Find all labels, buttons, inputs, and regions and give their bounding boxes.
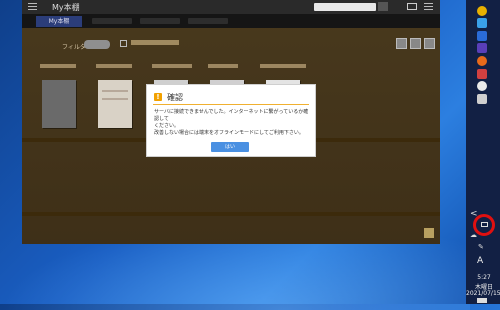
info-button[interactable] — [424, 228, 434, 238]
tab-bar: My本棚 — [22, 14, 440, 28]
ok-button[interactable]: はい — [211, 142, 249, 152]
clock-time[interactable]: 5:27 — [472, 274, 496, 281]
book-caption — [96, 64, 132, 68]
app-title-bar: My本棚 — [22, 0, 440, 14]
confirm-dialog: ! 確認 サーバに接続できませんでした。インターネットに繋がっているか確認して … — [146, 84, 316, 157]
tab-placeholder[interactable] — [140, 18, 180, 24]
view-list-button[interactable] — [410, 38, 421, 49]
view-option-button[interactable] — [424, 38, 435, 49]
filter-checkbox[interactable] — [120, 40, 127, 47]
chrome-icon[interactable] — [477, 6, 487, 16]
pen-icon[interactable]: ✎ — [478, 243, 484, 251]
tab-placeholder[interactable] — [188, 18, 228, 24]
app-title: My本棚 — [52, 3, 80, 12]
app-icon[interactable] — [477, 69, 487, 79]
view-grid-button[interactable] — [396, 38, 407, 49]
search-input[interactable] — [314, 3, 376, 11]
app-icon[interactable] — [477, 43, 487, 53]
clock-date[interactable]: 2021/07/15 — [466, 290, 500, 297]
filter-label: フィルタ — [62, 44, 86, 51]
network-icon[interactable] — [481, 222, 488, 227]
warning-icon: ! — [154, 93, 162, 101]
firefox-icon[interactable] — [477, 56, 487, 66]
menu-icon[interactable] — [28, 3, 37, 11]
ie-icon[interactable] — [477, 31, 487, 41]
book-caption — [152, 64, 192, 68]
dialog-divider — [153, 104, 309, 105]
mail-icon[interactable] — [407, 3, 417, 10]
filter-option-text — [131, 40, 179, 45]
more-menu-icon[interactable] — [424, 3, 433, 11]
book-cover[interactable] — [98, 80, 132, 128]
tab-my-bookshelf[interactable]: My本棚 — [36, 16, 82, 27]
edge-icon[interactable] — [477, 18, 487, 28]
cloud-icon[interactable]: ☁ — [470, 231, 477, 239]
book-caption — [208, 64, 238, 68]
book-caption — [260, 64, 306, 68]
book-cover[interactable] — [42, 80, 76, 128]
shelf-board — [22, 212, 440, 216]
input-language-button[interactable]: A — [477, 256, 483, 266]
search-icon[interactable] — [378, 2, 388, 11]
dialog-title: 確認 — [167, 93, 183, 102]
app-icon[interactable] — [477, 81, 487, 91]
notification-icon[interactable] — [477, 298, 487, 303]
book-caption — [40, 64, 76, 68]
dialog-message: サーバに接続できませんでした。インターネットに繋がっているか確認して ください。… — [154, 109, 309, 136]
filter-toggle[interactable] — [84, 40, 110, 49]
app-icon[interactable] — [477, 94, 487, 104]
tab-placeholder[interactable] — [92, 18, 132, 24]
